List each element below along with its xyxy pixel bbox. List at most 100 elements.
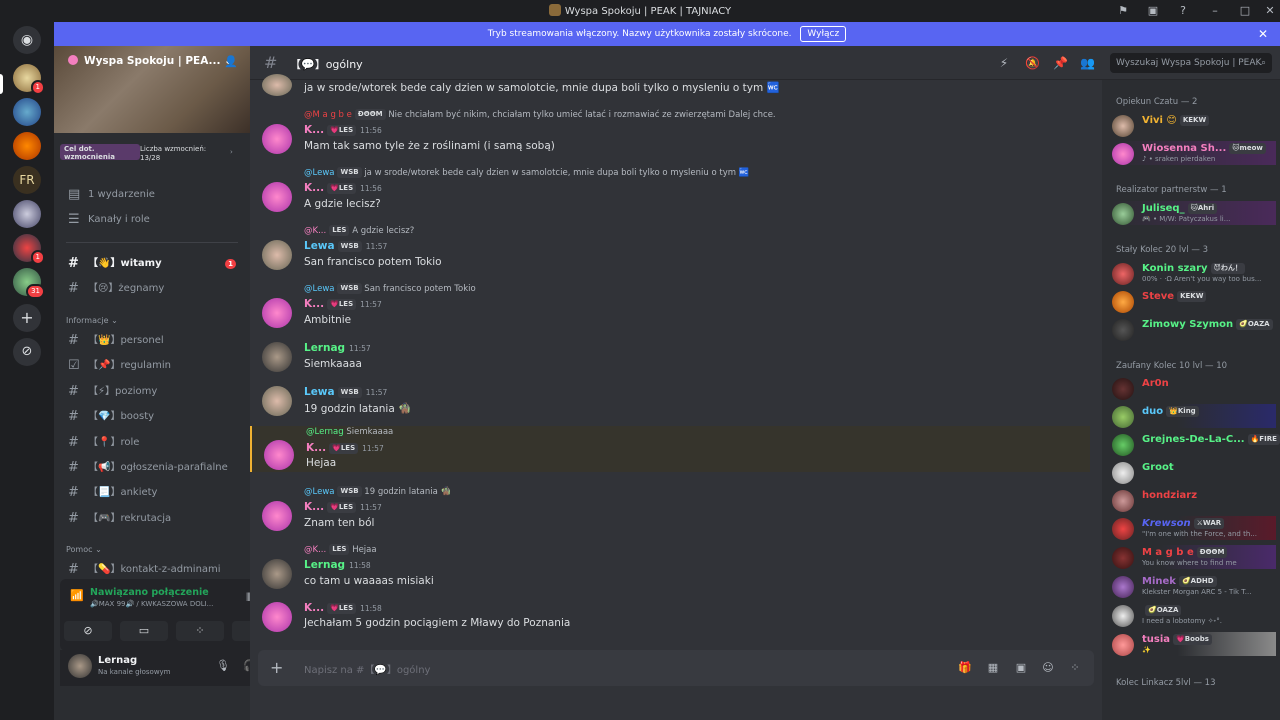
member-item[interactable]: Juliseq_ 🐱Ahri 🎮 • M/W: Patyczakus li... — [1112, 201, 1276, 225]
add-server-icon[interactable]: + — [13, 304, 41, 332]
message-author[interactable]: K... 💗LES 11:57 — [306, 442, 384, 454]
server-icon[interactable] — [13, 132, 41, 160]
category-pomoc[interactable]: Pomoc ⌄ — [66, 545, 102, 554]
reply-preview[interactable]: @Lernag Siemkaaaa — [306, 427, 393, 437]
avatar[interactable] — [264, 440, 294, 470]
member-item[interactable]: 🥑OAZA I need a lobotomy ✧˖°. — [1112, 603, 1276, 627]
events-item[interactable]: ▤ 1 wydarzenie — [62, 184, 242, 206]
voice-server[interactable]: 🔊MAX 99🔊 / KWKASZOWA DOLI... — [90, 600, 213, 608]
sticker-icon[interactable]: ▣ — [1014, 661, 1028, 675]
member-item[interactable]: hondziarz — [1112, 488, 1276, 512]
reply-preview[interactable]: @M a g b e ÐΘΘM Nie chciałam być nikim, c… — [304, 109, 776, 120]
member-item[interactable]: Steve KEKW — [1112, 289, 1276, 313]
help-icon[interactable]: ? — [1175, 3, 1191, 19]
channel-rekrutacja[interactable]: # 【🎮】rekrutacja — [62, 508, 242, 530]
attach-plus-icon[interactable]: + — [270, 658, 283, 677]
member-list-icon[interactable]: 👥 — [1080, 56, 1095, 70]
notification-bell-icon[interactable]: 🔕 — [1025, 56, 1040, 70]
member-item[interactable]: tusia 💗Boobs ✨ — [1112, 632, 1276, 656]
member-item[interactable]: Krewson ⚔WAR "I'm one with the Force, and … — [1112, 516, 1276, 540]
emoji-icon[interactable]: ☺ — [1041, 661, 1055, 675]
avatar[interactable] — [262, 602, 292, 632]
member-item[interactable]: Minek 🥑ADHD Klekster Morgan ARC 5 - Tik T.… — [1112, 574, 1276, 598]
server-name[interactable]: Wyspa Spokoju | PEA... ⌄ — [68, 55, 233, 67]
screen-icon[interactable]: ▣ — [1145, 3, 1161, 19]
member-item[interactable]: Wiosenna Sh... 🐱meow ♪ • sraken pierdaken — [1112, 141, 1276, 165]
member-item[interactable]: Ar0n — [1112, 376, 1276, 400]
message-author[interactable]: Lernag 11:57 — [304, 342, 371, 354]
username[interactable]: Lernag — [98, 655, 137, 666]
channel-personel[interactable]: # 【👑】personel — [62, 330, 242, 352]
reply-preview[interactable]: @K... LES Hejaa — [304, 544, 377, 555]
discord-home-icon[interactable]: ◉ — [13, 26, 41, 54]
server-icon[interactable]: 1 — [13, 234, 45, 265]
channel-boosty[interactable]: # 【💎】boosty — [62, 406, 242, 428]
server-icon[interactable]: 1 — [13, 64, 45, 95]
avatar[interactable] — [262, 298, 292, 328]
search-input[interactable]: Wyszukaj Wyspa Spokoju | PEAK ...⌕ — [1110, 53, 1272, 88]
message-author[interactable]: K... 💗LES 11:57 — [304, 501, 382, 513]
voice-status[interactable]: Nawiązano połączenie — [90, 587, 209, 598]
message-mention-highlight[interactable]: @Lernag Siemkaaaa K... 💗LES 11:57 Hejaa — [250, 426, 1090, 472]
avatar[interactable] — [262, 124, 292, 154]
maximize-icon[interactable]: □ — [1237, 3, 1253, 19]
minimize-icon[interactable]: – — [1207, 3, 1223, 19]
inbox-icon[interactable]: ⚑ — [1115, 3, 1131, 19]
discover-icon[interactable]: ⊘ — [13, 338, 41, 366]
channel-regulamin[interactable]: ☑ 【📌】regulamin — [62, 355, 242, 377]
avatar[interactable] — [262, 240, 292, 270]
message-author[interactable]: K... 💗LES 11:56 — [304, 182, 382, 194]
server-folder-icon[interactable]: 31 — [13, 268, 45, 299]
message-author[interactable]: K... 💗LES 11:58 — [304, 602, 382, 614]
channel-poziomy[interactable]: # 【⚡】poziomy — [62, 381, 242, 403]
reply-preview[interactable]: @Lewa WSB 19 godzin latania 🧌 — [304, 486, 451, 497]
channel-role[interactable]: # 【📍】role — [62, 432, 242, 454]
member-item[interactable]: Zimowy Szymon 🥑OAZA — [1112, 317, 1276, 341]
microphone-icon[interactable]: 🎙 — [216, 659, 230, 672]
reply-preview[interactable]: @Lewa WSB ja w srode/wtorek bede caly dzi… — [304, 167, 749, 178]
message-author[interactable]: Lewa WSB 11:57 — [304, 386, 387, 398]
message-composer[interactable]: + Napisz na #【💬】ogólny 🎁 ▦ ▣ ☺ ⁘ — [258, 650, 1094, 686]
close-window-icon[interactable]: ✕ — [1262, 3, 1278, 19]
channel-ankiety[interactable]: # 【📃】ankiety — [62, 482, 242, 504]
avatar[interactable] — [262, 386, 292, 416]
server-icon[interactable] — [13, 200, 41, 228]
channel-kontakt[interactable]: # 【💊】kontakt-z-adminami — [62, 559, 242, 581]
reply-preview[interactable]: @Lewa WSB San francisco potem Tokio — [304, 283, 476, 294]
member-item[interactable]: M a g b e ÐΘΘM You know where to find me — [1112, 545, 1276, 569]
avatar[interactable] — [262, 559, 292, 589]
avatar[interactable] — [262, 182, 292, 212]
message-author[interactable]: K... 💗LES 11:56 — [304, 124, 382, 136]
member-item[interactable]: Konin szary 😈わん！ 00% · ·Ω Aren't you way t… — [1112, 261, 1276, 285]
activities-button[interactable]: ⁘ — [176, 621, 224, 641]
member-item[interactable]: Vivi 😊 KEKW — [1112, 113, 1276, 137]
apps-icon[interactable]: ⁘ — [1068, 661, 1082, 675]
screen-share-button[interactable]: ▭ — [120, 621, 168, 641]
channel-ogloszenia[interactable]: # 【📢】ogłoszenia-parafialne — [62, 457, 242, 479]
channels-roles-item[interactable]: ☰ Kanały i role — [62, 209, 242, 231]
channel-witamy[interactable]: # 【👋】witamy 1 — [62, 253, 242, 275]
message-author[interactable]: K... 💗LES 11:57 — [304, 298, 382, 310]
avatar[interactable] — [262, 501, 292, 531]
pin-icon[interactable]: 📌 — [1053, 56, 1068, 70]
reply-preview[interactable]: @K... LES A gdzie lecisz? — [304, 225, 414, 236]
member-item[interactable]: duo 👑King — [1112, 404, 1276, 428]
boost-progress[interactable]: Cel dot. wzmocnienia Liczba wzmocnień: 1… — [58, 142, 244, 168]
avatar[interactable] — [262, 74, 292, 96]
member-item[interactable]: Grejnes-De-La-C... 🔥FIRE — [1112, 432, 1280, 456]
gif-icon[interactable]: ▦ — [986, 661, 1000, 675]
server-icon[interactable]: FR — [13, 166, 41, 194]
disable-streamer-mode-button[interactable]: Wyłącz — [800, 26, 847, 42]
invite-icon[interactable]: 👤 — [224, 55, 238, 68]
camera-off-button[interactable]: ⊘ — [64, 621, 112, 641]
threads-icon[interactable]: ⚡ — [997, 56, 1011, 70]
server-icon[interactable] — [13, 98, 41, 126]
avatar[interactable] — [68, 654, 92, 678]
message-author[interactable]: Lernag 11:58 — [304, 559, 371, 571]
gift-icon[interactable]: 🎁 — [958, 661, 972, 675]
avatar[interactable] — [262, 342, 292, 372]
channel-zegnamy[interactable]: # 【😢】żegnamy — [62, 278, 242, 300]
category-informacje[interactable]: Informacje ⌄ — [66, 316, 118, 325]
close-banner-icon[interactable]: ✕ — [1258, 22, 1268, 46]
member-item[interactable]: Groot — [1112, 460, 1276, 484]
